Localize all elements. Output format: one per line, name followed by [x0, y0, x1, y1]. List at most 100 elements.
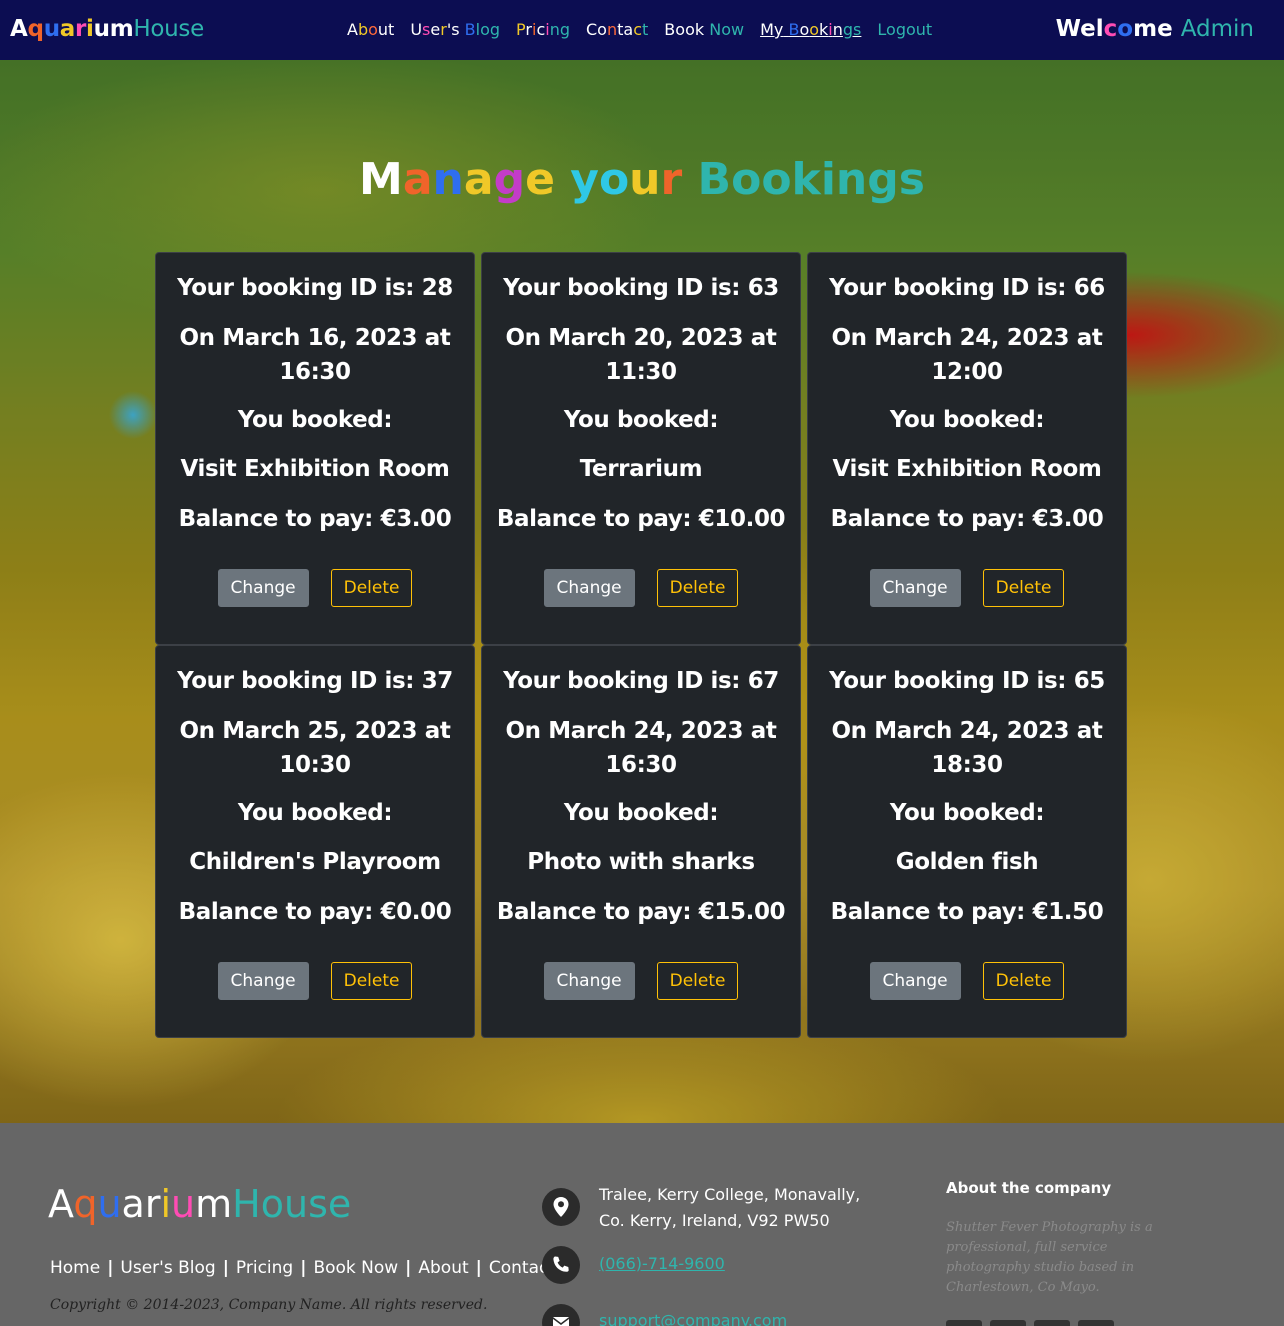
nav-links: About User's Blog Pricing Contact Book N… — [347, 18, 948, 42]
about-company-text: Shutter Fever Photography is a professio… — [946, 1220, 1153, 1295]
delete-button[interactable]: Delete — [982, 962, 1065, 1000]
delete-button[interactable]: Delete — [656, 569, 739, 607]
balance-to-pay: Balance to pay: €10.00 — [496, 506, 786, 532]
nav-link-logout[interactable]: Logout — [877, 18, 932, 42]
booking-date: On March 24, 2023 at — [831, 325, 1103, 351]
change-button[interactable]: Change — [543, 569, 635, 607]
booking-card: Your booking ID is: 63 On March 20, 2023… — [481, 252, 801, 645]
footer-link-separator: | — [107, 1258, 114, 1278]
footer-link-users-blog[interactable]: User's Blog — [120, 1256, 215, 1280]
nav-link-contact[interactable]: Contact — [586, 18, 648, 42]
booking-id: Your booking ID is: 65 — [829, 668, 1105, 694]
brand-logo[interactable]: AquariumHouse — [10, 14, 204, 44]
booking-time: 12:00 — [931, 359, 1003, 385]
footer-link-separator: | — [300, 1258, 307, 1278]
booking-actions: Change Delete — [156, 962, 474, 1000]
booked-label: You booked: — [563, 800, 719, 826]
booking-card: Your booking ID is: 37 On March 25, 2023… — [155, 645, 475, 1038]
booking-id: Your booking ID is: 67 — [503, 668, 779, 694]
nav-link-about[interactable]: About — [347, 18, 394, 42]
social-icon[interactable] — [946, 1320, 982, 1326]
change-button[interactable]: Change — [543, 962, 635, 1000]
social-icon[interactable] — [990, 1320, 1026, 1326]
footer-link-pricing[interactable]: Pricing — [236, 1256, 293, 1280]
email-link[interactable]: support@company.com — [599, 1308, 787, 1326]
booked-label: You booked: — [889, 407, 1045, 433]
footer-brand-logo[interactable]: AquariumHouse — [48, 1179, 351, 1229]
change-button[interactable]: Change — [217, 962, 309, 1000]
footer-link-separator: | — [222, 1258, 229, 1278]
booking-actions: Change Delete — [156, 569, 474, 607]
footer-links: Home | User's Blog | Pricing | Book Now … — [50, 1256, 555, 1280]
bookings-grid: Your booking ID is: 28 On March 16, 2023… — [155, 252, 1127, 1038]
booking-time: 16:30 — [605, 752, 677, 778]
phone-icon — [542, 1246, 580, 1284]
footer-brand-suffix: House — [232, 1182, 352, 1226]
booked-item: Visit Exhibition Room — [180, 456, 450, 482]
social-icon[interactable] — [1034, 1320, 1070, 1326]
footer-link-about[interactable]: About — [418, 1256, 468, 1280]
balance-to-pay: Balance to pay: €1.50 — [830, 899, 1104, 925]
footer-link-book-now[interactable]: Book Now — [313, 1256, 398, 1280]
nav-link-book-now[interactable]: Book Now — [664, 18, 744, 42]
booking-actions: Change Delete — [808, 569, 1126, 607]
footer-link-home[interactable]: Home — [50, 1256, 100, 1280]
booking-date: On March 16, 2023 at — [179, 325, 451, 351]
booked-item: Terrarium — [579, 456, 703, 482]
welcome-user-name: Admin — [1180, 16, 1254, 42]
booking-card: Your booking ID is: 66 On March 24, 2023… — [807, 252, 1127, 645]
social-icon[interactable] — [1078, 1320, 1114, 1326]
change-button[interactable]: Change — [869, 569, 961, 607]
booking-date: On March 25, 2023 at — [179, 718, 451, 744]
booking-date: On March 24, 2023 at — [505, 718, 777, 744]
address-line-2: Co. Kerry, Ireland, V92 PW50 — [599, 1211, 830, 1230]
balance-to-pay: Balance to pay: €0.00 — [178, 899, 452, 925]
delete-button[interactable]: Delete — [330, 569, 413, 607]
booked-item: Children's Playroom — [189, 849, 441, 875]
footer: AquariumHouse Home | User's Blog | Prici… — [0, 1123, 1284, 1326]
nav-link-my-bookings[interactable]: My Bookings — [760, 18, 861, 42]
welcome-message: Welcome Admin — [1056, 14, 1254, 44]
social-icons — [946, 1320, 1114, 1326]
booking-id: Your booking ID is: 63 — [503, 275, 779, 301]
change-button[interactable]: Change — [869, 962, 961, 1000]
booking-date: On March 24, 2023 at — [831, 718, 1103, 744]
footer-link-separator: | — [475, 1258, 482, 1278]
booking-actions: Change Delete — [482, 962, 800, 1000]
booked-label: You booked: — [237, 407, 393, 433]
brand-logo-colored: Aquarium — [10, 16, 134, 42]
booking-time: 16:30 — [279, 359, 351, 385]
balance-to-pay: Balance to pay: €3.00 — [178, 506, 452, 532]
about-company-heading: About the company — [946, 1179, 1112, 1197]
booked-label: You booked: — [889, 800, 1045, 826]
top-navbar: AquariumHouse About User's Blog Pricing … — [0, 0, 1284, 60]
balance-to-pay: Balance to pay: €15.00 — [496, 899, 786, 925]
brand-logo-suffix: House — [133, 16, 204, 42]
nav-link-users-blog[interactable]: User's Blog — [410, 18, 500, 42]
delete-button[interactable]: Delete — [982, 569, 1065, 607]
booking-actions: Change Delete — [808, 962, 1126, 1000]
booking-card: Your booking ID is: 67 On March 24, 2023… — [481, 645, 801, 1038]
balance-to-pay: Balance to pay: €3.00 — [830, 506, 1104, 532]
page-title: Manage your Bookings — [359, 154, 925, 205]
envelope-icon — [542, 1304, 580, 1326]
footer-link-separator: | — [405, 1258, 412, 1278]
nav-link-pricing[interactable]: Pricing — [516, 18, 570, 42]
booking-id: Your booking ID is: 37 — [177, 668, 453, 694]
phone-link[interactable]: (066)-714-9600 — [599, 1251, 725, 1277]
booking-id: Your booking ID is: 28 — [177, 275, 453, 301]
map-pin-icon — [542, 1188, 580, 1226]
delete-button[interactable]: Delete — [330, 962, 413, 1000]
change-button[interactable]: Change — [217, 569, 309, 607]
address-line-1: Tralee, Kerry College, Monavally, — [599, 1185, 861, 1204]
welcome-label: Welcome — [1055, 16, 1173, 42]
booking-card: Your booking ID is: 28 On March 16, 2023… — [155, 252, 475, 645]
booking-id: Your booking ID is: 66 — [829, 275, 1105, 301]
booking-time: 11:30 — [605, 359, 677, 385]
booking-actions: Change Delete — [482, 569, 800, 607]
booked-item: Visit Exhibition Room — [832, 456, 1102, 482]
booked-item: Photo with sharks — [527, 849, 755, 875]
footer-brand-colored: Aquarium — [48, 1182, 233, 1226]
booking-time: 18:30 — [931, 752, 1003, 778]
delete-button[interactable]: Delete — [656, 962, 739, 1000]
